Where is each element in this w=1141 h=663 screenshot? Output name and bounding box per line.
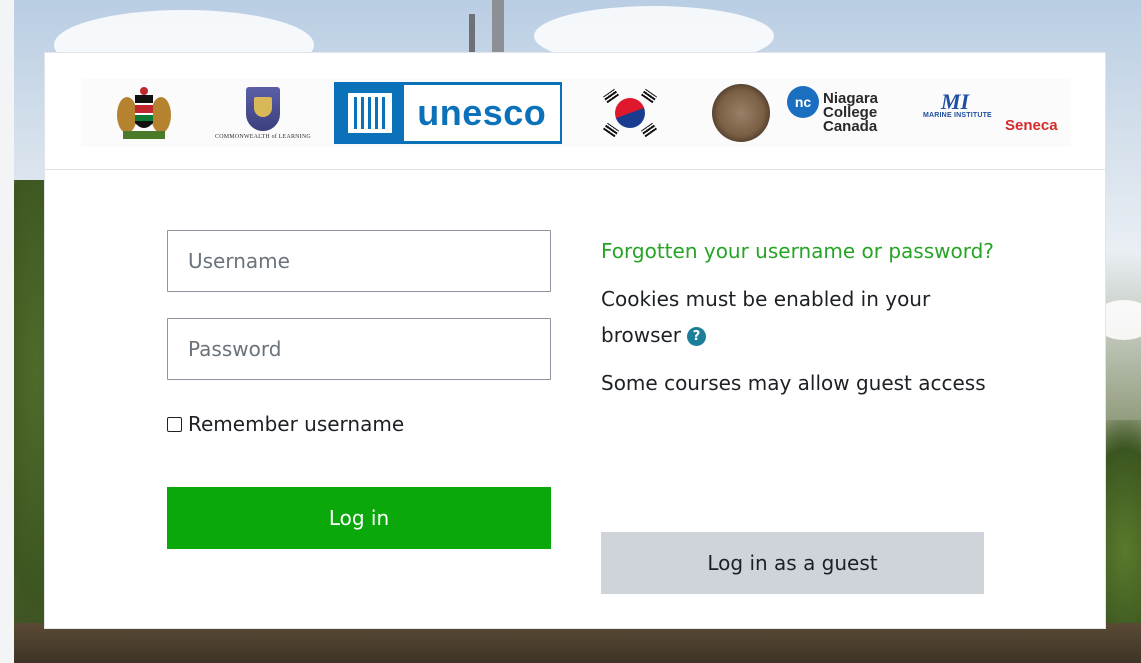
col-caption: COMMONWEALTH of LEARNING bbox=[215, 133, 311, 140]
col-shield-icon bbox=[246, 86, 280, 131]
partner-logos: COMMONWEALTH of LEARNING unesco nc Niaga… bbox=[81, 79, 1071, 147]
marine-institute-seneca-logo: MI MARINE INSTITUTE Seneca bbox=[919, 79, 1071, 147]
seal-icon bbox=[712, 84, 770, 142]
niagara-college-logo: nc Niagara College Canada bbox=[787, 79, 909, 147]
help-icon[interactable]: ? bbox=[687, 327, 707, 346]
login-card: COMMONWEALTH of LEARNING unesco nc Niaga… bbox=[44, 52, 1106, 629]
password-input[interactable] bbox=[167, 318, 551, 380]
cookies-notice: Cookies must be enabled in your browser? bbox=[601, 281, 1001, 353]
unesco-logo: unesco bbox=[334, 82, 562, 144]
taeguk-icon bbox=[615, 98, 645, 128]
niagara-wordmark: Niagara College Canada bbox=[823, 90, 879, 135]
remember-label: Remember username bbox=[188, 412, 405, 436]
institution-seal-logo bbox=[709, 79, 773, 147]
username-input[interactable] bbox=[167, 230, 551, 292]
commonwealth-of-learning-logo: COMMONWEALTH of LEARNING bbox=[207, 79, 319, 147]
guest-login-button[interactable]: Log in as a guest bbox=[601, 532, 984, 594]
korea-flag-logo bbox=[595, 79, 665, 147]
antenna-mast bbox=[492, 0, 504, 55]
seneca-wordmark: Seneca bbox=[1005, 117, 1058, 134]
nc-badge-icon: nc bbox=[787, 86, 819, 118]
remember-username-option[interactable]: Remember username bbox=[167, 411, 404, 437]
remember-checkbox[interactable] bbox=[167, 416, 182, 432]
unesco-wordmark: unesco bbox=[403, 85, 560, 141]
guest-access-text: Some courses may allow guest access bbox=[601, 371, 986, 395]
marine-institute-text: MARINE INSTITUTE bbox=[923, 112, 992, 119]
temple-icon bbox=[348, 93, 392, 133]
kenya-coat-of-arms-logo bbox=[113, 79, 175, 147]
cookies-text: Cookies must be enabled in your browser bbox=[601, 287, 931, 347]
mi-mark: MI bbox=[941, 89, 970, 114]
login-button[interactable]: Log in bbox=[167, 487, 551, 549]
forgot-credentials-link[interactable]: Forgotten your username or password? bbox=[601, 233, 1001, 269]
logo-banner: COMMONWEALTH of LEARNING unesco nc Niaga… bbox=[45, 53, 1105, 170]
login-help-panel: Forgotten your username or password? Coo… bbox=[601, 233, 1001, 401]
